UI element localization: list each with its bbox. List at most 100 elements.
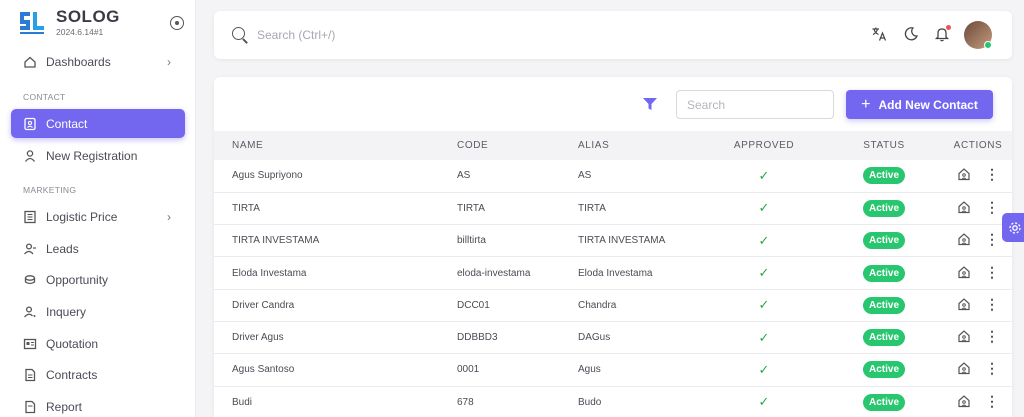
contact-search-input[interactable] bbox=[676, 90, 834, 119]
cell-status: Active bbox=[824, 224, 944, 258]
view-home-icon[interactable] bbox=[957, 297, 971, 311]
cell-status: Active bbox=[824, 321, 944, 355]
filter-icon[interactable] bbox=[642, 97, 658, 111]
checkmark-icon: ✓ bbox=[758, 200, 770, 216]
cell-alias: Budo bbox=[578, 386, 704, 417]
sidebar-item-quotation[interactable]: Quotation bbox=[11, 329, 185, 358]
more-vertical-icon[interactable]: ⋮ bbox=[985, 232, 999, 246]
cell-name: Budi bbox=[214, 386, 457, 417]
brand[interactable]: SOLOG 2024.6.14#1 bbox=[16, 8, 120, 38]
add-new-contact-label: Add New Contact bbox=[878, 97, 978, 112]
sidebar-item-label: Contracts bbox=[46, 367, 98, 382]
sidebar-item-label: Quotation bbox=[46, 336, 99, 351]
sidebar-toggle-icon[interactable] bbox=[170, 16, 184, 30]
sidebar-item-label: Logistic Price bbox=[46, 209, 118, 224]
column-header-alias[interactable]: ALIAS bbox=[578, 131, 704, 160]
table-row[interactable]: Agus Santoso 0001 Agus ✓ Active ⋮ bbox=[214, 353, 1012, 387]
view-home-icon[interactable] bbox=[957, 200, 971, 214]
table-row[interactable]: Driver Candra DCC01 Chandra ✓ Active ⋮ bbox=[214, 289, 1012, 322]
view-home-icon[interactable] bbox=[957, 265, 971, 279]
cell-actions: ⋮ bbox=[944, 386, 1012, 417]
search-icon[interactable] bbox=[232, 27, 245, 40]
sidebar-item-dashboards[interactable]: Dashboards › bbox=[11, 47, 185, 76]
more-vertical-icon[interactable]: ⋮ bbox=[985, 167, 999, 181]
notification-bell-icon[interactable] bbox=[932, 24, 952, 44]
view-home-icon[interactable] bbox=[957, 329, 971, 343]
settings-fab[interactable] bbox=[1002, 213, 1024, 242]
cell-status: Active bbox=[824, 386, 944, 417]
more-vertical-icon[interactable]: ⋮ bbox=[985, 265, 999, 279]
coin-icon bbox=[23, 273, 37, 287]
document-icon bbox=[23, 368, 37, 382]
cell-status: Active bbox=[824, 160, 944, 193]
sidebar-item-opportunity[interactable]: Opportunity bbox=[11, 265, 185, 294]
status-badge: Active bbox=[862, 167, 905, 185]
more-vertical-icon[interactable]: ⋮ bbox=[985, 200, 999, 214]
plus-icon: + bbox=[861, 95, 871, 113]
cell-actions: ⋮ bbox=[944, 256, 1012, 290]
view-home-icon[interactable] bbox=[957, 394, 971, 408]
more-vertical-icon[interactable]: ⋮ bbox=[985, 329, 999, 343]
view-home-icon[interactable] bbox=[957, 167, 971, 181]
add-new-contact-button[interactable]: + Add New Contact bbox=[846, 90, 993, 119]
table-header-row: NAME CODE ALIAS APPROVED STATUS ACTIONS bbox=[214, 131, 1012, 160]
top-navbar: Search (Ctrl+/) bbox=[214, 11, 1012, 59]
cell-code: 0001 bbox=[457, 353, 578, 387]
sidebar-item-contracts[interactable]: Contracts bbox=[11, 360, 185, 389]
table-row[interactable]: TIRTA INVESTAMA billtirta TIRTA INVESTAMA ✓… bbox=[214, 224, 1012, 258]
sidebar-item-inquery[interactable]: Inquery bbox=[11, 297, 185, 326]
table-row[interactable]: Budi 678 Budo ✓ Active ⋮ bbox=[214, 386, 1012, 417]
sidebar-item-label: Contact bbox=[46, 116, 88, 131]
gear-icon bbox=[1009, 221, 1021, 234]
column-header-name[interactable]: NAME bbox=[214, 131, 457, 160]
cell-status: Active bbox=[824, 256, 944, 290]
cell-code: AS bbox=[457, 160, 578, 193]
sidebar-item-logistic-price[interactable]: Logistic Price › bbox=[11, 202, 185, 231]
column-header-approved[interactable]: APPROVED bbox=[704, 131, 824, 160]
more-vertical-icon[interactable]: ⋮ bbox=[985, 394, 999, 408]
table-row[interactable]: Agus Supriyono AS AS ✓ Active ⋮ bbox=[214, 160, 1012, 193]
section-title-marketing: MARKETING bbox=[23, 185, 77, 195]
user-avatar[interactable] bbox=[964, 21, 992, 49]
more-vertical-icon[interactable]: ⋮ bbox=[985, 361, 999, 375]
column-header-code[interactable]: CODE bbox=[457, 131, 578, 160]
sidebar-item-report[interactable]: Report bbox=[11, 392, 185, 417]
sidebar-item-new-registration[interactable]: New Registration bbox=[11, 141, 185, 170]
dark-mode-icon[interactable] bbox=[901, 24, 921, 44]
report-icon bbox=[23, 400, 37, 414]
view-home-icon[interactable] bbox=[957, 232, 971, 246]
cell-actions: ⋮ bbox=[944, 353, 1012, 387]
cell-status: Active bbox=[824, 192, 944, 226]
brand-name: SOLOG bbox=[56, 7, 120, 26]
cell-alias: AS bbox=[578, 160, 704, 193]
sidebar-item-contact[interactable]: Contact bbox=[11, 109, 185, 138]
view-home-icon[interactable] bbox=[957, 361, 971, 375]
column-header-status[interactable]: STATUS bbox=[824, 131, 944, 160]
chevron-right-icon: › bbox=[167, 210, 171, 224]
contact-list-card: + Add New Contact NAME CODE ALIAS APPROV… bbox=[214, 77, 1012, 417]
cell-alias: Chandra bbox=[578, 289, 704, 322]
checkmark-icon: ✓ bbox=[758, 265, 770, 281]
cell-alias: TIRTA INVESTAMA bbox=[578, 224, 704, 258]
table-row[interactable]: Driver Agus DDBBD3 DAGus ✓ Active ⋮ bbox=[214, 321, 1012, 355]
cell-name: Agus Santoso bbox=[214, 353, 457, 387]
cell-status: Active bbox=[824, 289, 944, 322]
checkmark-icon: ✓ bbox=[758, 329, 770, 345]
sidebar-item-leads[interactable]: Leads bbox=[11, 234, 185, 263]
more-vertical-icon[interactable]: ⋮ bbox=[985, 297, 999, 311]
cell-name: Driver Agus bbox=[214, 321, 457, 355]
checkmark-icon: ✓ bbox=[758, 232, 770, 248]
translate-icon[interactable] bbox=[869, 24, 889, 44]
cell-name: Driver Candra bbox=[214, 289, 457, 322]
solog-logo bbox=[20, 12, 44, 34]
global-search-input[interactable]: Search (Ctrl+/) bbox=[257, 28, 335, 42]
user-question-icon bbox=[23, 305, 37, 319]
cell-actions: ⋮ bbox=[944, 321, 1012, 355]
cell-approved: ✓ bbox=[704, 321, 824, 355]
table-row[interactable]: Eloda Investama eloda-investama Eloda Inve… bbox=[214, 256, 1012, 290]
cell-actions: ⋮ bbox=[944, 289, 1012, 322]
chevron-right-icon: › bbox=[167, 55, 171, 69]
sidebar-item-label: Leads bbox=[46, 241, 79, 256]
table-row[interactable]: TIRTA TIRTA TIRTA ✓ Active ⋮ bbox=[214, 192, 1012, 226]
quotation-icon bbox=[23, 337, 37, 351]
